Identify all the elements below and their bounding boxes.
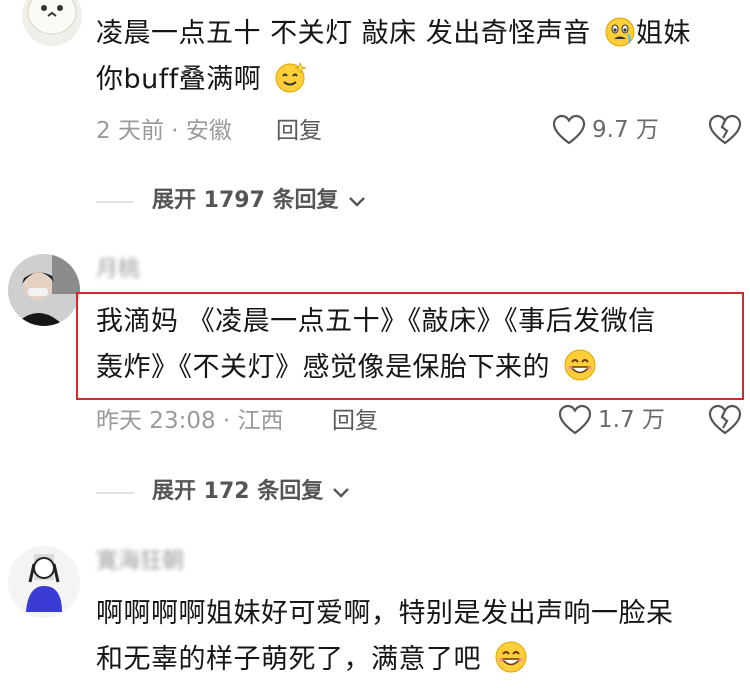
expand-replies-label: 展开 172 条回复 bbox=[152, 479, 324, 504]
like-button[interactable]: 9.7 万 bbox=[552, 114, 672, 148]
avatar-illustration-icon bbox=[8, 546, 80, 618]
chevron-down-icon bbox=[333, 488, 350, 498]
divider bbox=[96, 492, 134, 494]
like-count: 9.7 万 bbox=[592, 117, 659, 143]
comment-line: 凌晨一点五十 不关灯 敲床 发出奇怪声音 bbox=[96, 18, 591, 49]
reply-button[interactable]: 回复 bbox=[276, 116, 322, 146]
username[interactable]: 寛海狂朝 bbox=[96, 548, 184, 576]
like-button[interactable]: 1.7 万 bbox=[558, 404, 678, 438]
avatar-illustration-icon bbox=[27, 0, 77, 35]
grin-emoji-icon bbox=[563, 348, 597, 396]
comment-line: 轰炸》《不关灯》感觉像是保胎下来的 bbox=[96, 352, 550, 383]
dislike-button[interactable] bbox=[708, 114, 742, 148]
avatar[interactable] bbox=[8, 546, 80, 618]
dislike-button[interactable] bbox=[708, 404, 742, 438]
comment-line: 啊啊啊啊姐妹好可爱啊，特别是发出声响一脸呆 bbox=[96, 598, 674, 629]
comment-text: 啊啊啊啊姐妹好可爱啊，特别是发出声响一脸呆 bbox=[96, 592, 741, 636]
reply-button[interactable]: 回复 bbox=[332, 406, 378, 436]
heart-outline-icon bbox=[558, 404, 592, 435]
avatar[interactable] bbox=[8, 254, 80, 326]
comment-time-location: 2 天前 · 安徽 bbox=[96, 118, 232, 144]
heart-outline-icon bbox=[552, 114, 586, 145]
chevron-down-icon bbox=[348, 197, 365, 207]
broken-heart-icon bbox=[708, 404, 742, 435]
fearful-emoji-icon bbox=[604, 16, 636, 62]
dizzy-smile-emoji-icon bbox=[274, 60, 308, 108]
comment-line: 我滴妈 《凌晨一点五十》《敲床》《事后发微信 bbox=[96, 306, 656, 337]
comment-text: 凌晨一点五十 不关灯 敲床 发出奇怪声音 姐妹 bbox=[96, 12, 736, 62]
username[interactable]: 月桃 bbox=[96, 256, 140, 284]
expand-replies-button[interactable]: 展开 1797 条回复 bbox=[152, 186, 366, 216]
comment-line: 和无辜的样子萌死了，满意了吧 bbox=[96, 644, 481, 675]
expand-replies-button[interactable]: 展开 172 条回复 bbox=[152, 477, 350, 507]
comment-line: 你buff叠满啊 bbox=[96, 64, 262, 95]
comment-text-line2: 轰炸》《不关灯》感觉像是保胎下来的 bbox=[96, 346, 597, 396]
comment-text-line2: 和无辜的样子萌死了，满意了吧 bbox=[96, 638, 528, 688]
comment-text-line2: 你buff叠满啊 bbox=[96, 58, 308, 108]
like-count: 1.7 万 bbox=[598, 407, 665, 433]
broken-heart-icon bbox=[708, 114, 742, 145]
comment-text: 我滴妈 《凌晨一点五十》《敲床》《事后发微信 bbox=[96, 300, 736, 344]
grin-emoji-icon bbox=[494, 640, 528, 688]
avatar[interactable] bbox=[22, 0, 82, 46]
expand-replies-label: 展开 1797 条回复 bbox=[152, 188, 339, 213]
comment-line-tail: 姐妹 bbox=[635, 18, 691, 49]
comment-time-location: 昨天 23:08 · 江西 bbox=[96, 408, 284, 434]
divider bbox=[96, 201, 134, 203]
avatar-photo-icon bbox=[8, 254, 80, 326]
